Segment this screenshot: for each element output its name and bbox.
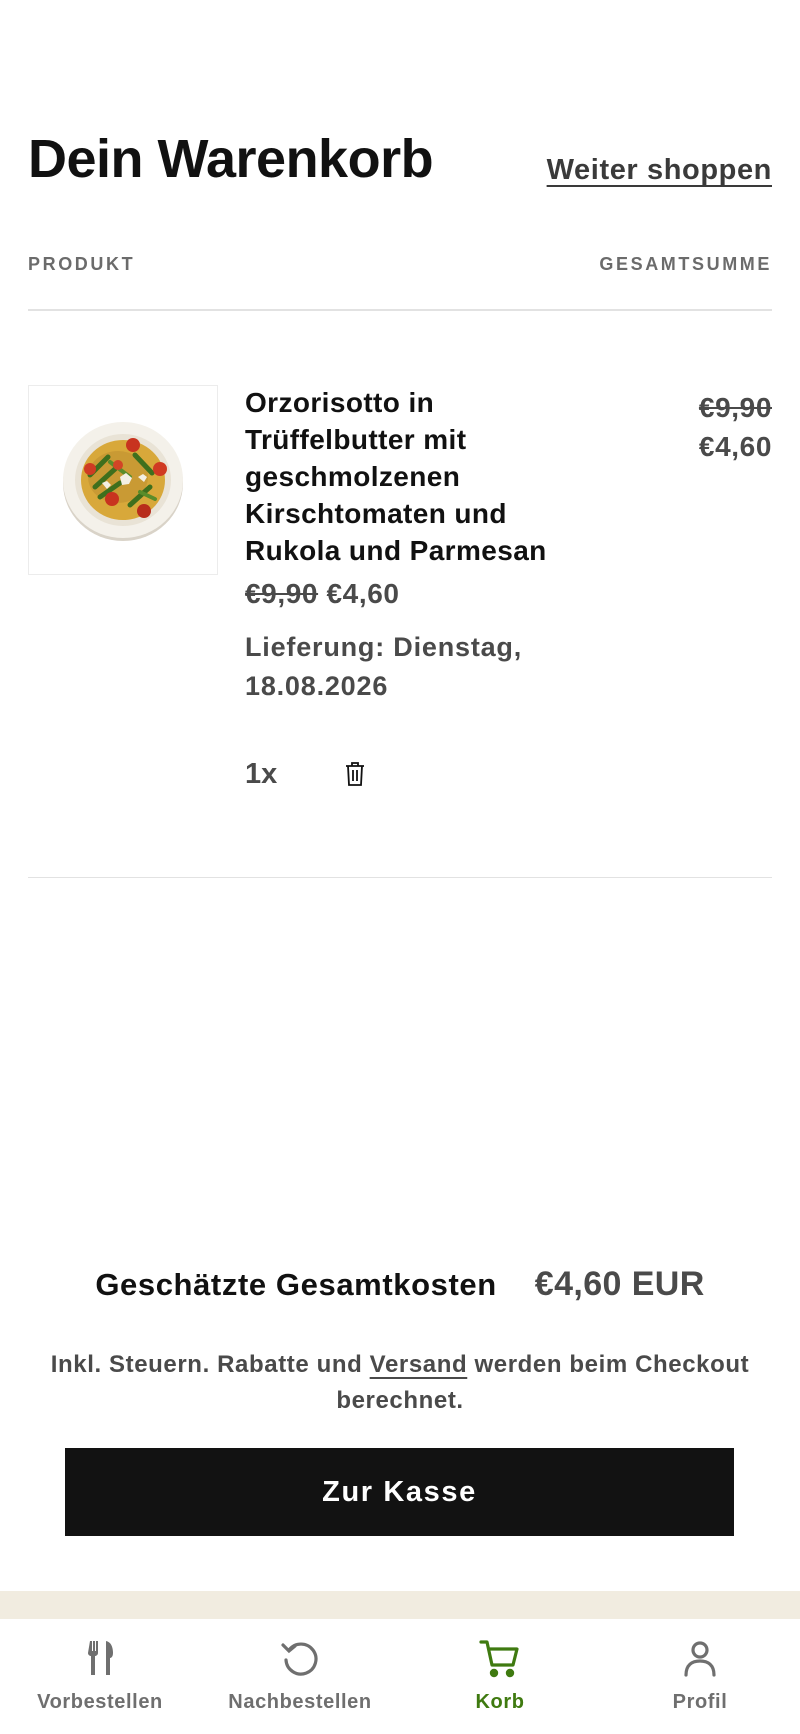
continue-shopping-link[interactable]: Weiter shoppen	[547, 154, 772, 187]
sale-price: €4,60	[326, 578, 400, 609]
line-total-original: €9,90	[698, 392, 772, 423]
divider	[28, 877, 772, 878]
product-image[interactable]	[28, 385, 218, 575]
line-total: €9,90 €4,60	[699, 388, 772, 466]
quantity[interactable]: 1x	[245, 758, 277, 791]
delivery-date: Lieferung: Dienstag, 18.08.2026	[245, 632, 523, 701]
cart-icon	[477, 1635, 523, 1681]
checkout-button[interactable]: Zur Kasse	[65, 1448, 734, 1536]
tab-label: Nachbestellen	[228, 1691, 372, 1713]
reorder-icon	[277, 1635, 323, 1681]
column-header-total: GESAMTSUMME	[599, 254, 772, 274]
tab-label: Korb	[475, 1691, 525, 1713]
tab-nachbestellen[interactable]: Nachbestellen	[200, 1619, 400, 1734]
original-price: €9,90	[245, 578, 319, 609]
tab-korb[interactable]: Korb	[400, 1619, 600, 1734]
tab-vorbestellen[interactable]: Vorbestellen	[0, 1619, 200, 1734]
tabbar-top-strip	[0, 1591, 800, 1619]
tax-note-text: Inkl. Steuern. Rabatte und	[50, 1351, 370, 1378]
tab-label: Profil	[672, 1691, 728, 1713]
bottom-tab-bar: Vorbestellen Nachbestellen Korb Profil	[0, 1619, 800, 1734]
line-total-sale: €4,60	[698, 431, 772, 462]
divider	[28, 309, 772, 311]
profile-icon	[677, 1635, 723, 1681]
column-header-product: PRODUKT	[28, 254, 136, 274]
trash-icon[interactable]	[340, 758, 370, 790]
estimated-total-row: Geschätzte Gesamtkosten €4,60 EUR	[0, 1265, 800, 1304]
estimated-total-value: €4,60 EUR	[534, 1265, 705, 1303]
shipping-link[interactable]: Versand	[370, 1351, 468, 1378]
tax-note: Inkl. Steuern. Rabatte und Versand werde…	[30, 1347, 770, 1419]
risotto-dish-image	[63, 422, 183, 541]
page-title: Dein Warenkorb	[28, 129, 434, 189]
product-name[interactable]: Orzorisotto in Trüffelbutter mit geschmo…	[245, 384, 585, 569]
cutlery-icon	[77, 1635, 123, 1681]
unit-price: €9,90 €4,60	[245, 578, 400, 610]
tab-label: Vorbestellen	[37, 1691, 163, 1713]
tab-profil[interactable]: Profil	[600, 1619, 800, 1734]
estimated-total-label: Geschätzte Gesamtkosten	[95, 1267, 497, 1302]
